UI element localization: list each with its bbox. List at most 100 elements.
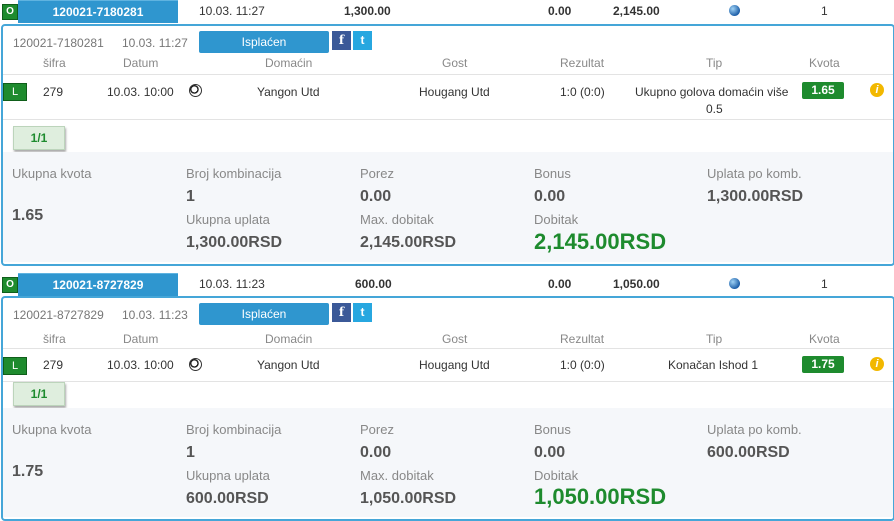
event-code: 279 <box>43 358 64 372</box>
ticket-datetime: 10.03. 11:23 <box>199 277 265 291</box>
tax-value: 0.00 <box>360 444 392 461</box>
per-combo-value: 1,300.00RSD <box>707 188 804 205</box>
event-tip: Ukupno golova domaćin više <box>635 85 789 99</box>
live-badge: L <box>3 357 27 375</box>
ticket-header: 120021-8727829 10.03. 11:23 Isplaćen f t <box>3 298 893 326</box>
event-result: 1:0 (0:0) <box>560 85 605 99</box>
total-odds-value: 1.65 <box>12 207 44 224</box>
win-value: 1,050.00RSD <box>534 484 667 509</box>
ticket-footer: Ukupna kvota 1.75 Broj kombinacija 1 Uku… <box>3 408 893 517</box>
soccer-ball-icon <box>189 358 202 371</box>
ticket-id-tab[interactable]: 120021-7180281 <box>18 0 178 23</box>
ticket-payout: 2,145.00 <box>613 4 660 18</box>
ticket-amount: 0.00 <box>548 4 572 18</box>
away-team: Hougang Utd <box>419 358 490 372</box>
twitter-icon[interactable]: t <box>353 303 372 322</box>
bonus-label: Bonus <box>534 422 571 437</box>
odds-badge: 1.65 <box>802 82 844 99</box>
facebook-icon[interactable]: f <box>332 303 351 322</box>
bonus-label: Bonus <box>534 166 571 181</box>
combinations-value: 1 <box>186 188 195 205</box>
col-result: Rezultat <box>560 56 605 70</box>
event-result: 1:0 (0:0) <box>560 358 605 372</box>
ticket-detail-panel: 120021-7180281 10.03. 11:27 Isplaćen f t… <box>1 24 894 266</box>
col-odds: Kvota <box>809 332 840 346</box>
total-odds-value: 1.75 <box>12 463 44 480</box>
col-result: Rezultat <box>560 332 605 346</box>
per-combo-value: 600.00RSD <box>707 444 790 461</box>
info-icon[interactable]: i <box>870 357 884 371</box>
paid-status-button[interactable]: Isplaćen <box>199 303 329 325</box>
globe-icon <box>729 5 740 16</box>
event-date: 10.03. 10:00 <box>107 85 174 99</box>
ticket-header: 120021-7180281 10.03. 11:27 Isplaćen f t <box>3 26 893 54</box>
win-label: Dobitak <box>534 212 579 227</box>
max-win-value: 1,050.00RSD <box>360 490 457 507</box>
combination-tab[interactable]: 1/1 <box>13 126 65 150</box>
total-stake-label: Ukupna uplata <box>186 212 270 227</box>
ticket-id: 120021-8727829 <box>13 308 104 322</box>
col-away: Gost <box>442 332 468 346</box>
tax-label: Porez <box>360 166 394 181</box>
combination-tab[interactable]: 1/1 <box>13 382 65 406</box>
facebook-icon[interactable]: f <box>332 31 351 50</box>
per-combo-label: Uplata po komb. <box>707 422 802 437</box>
home-team: Yangon Utd <box>257 358 320 372</box>
win-value: 2,145.00RSD <box>534 229 667 254</box>
total-odds-label: Ukupna kvota <box>12 422 92 437</box>
soccer-ball-icon <box>189 84 202 97</box>
combinations-label: Broj kombinacija <box>186 422 282 437</box>
total-stake-value: 1,300.00RSD <box>186 234 283 251</box>
event-tip: Konačan Ishod 1 <box>668 358 759 372</box>
twitter-icon[interactable]: t <box>353 31 372 50</box>
total-odds-label: Ukupna kvota <box>12 166 92 181</box>
col-away: Gost <box>442 56 468 70</box>
home-team: Yangon Utd <box>257 85 320 99</box>
ticket-summary-row[interactable]: O 120021-7180281 10.03. 11:27 1,300.00 0… <box>0 0 894 23</box>
ticket-amount: 0.00 <box>548 277 572 291</box>
status-badge: O <box>2 4 18 20</box>
max-win-label: Max. dobitak <box>360 212 434 227</box>
event-row[interactable]: L 279 10.03. 10:00 Yangon Utd Hougang Ut… <box>3 348 893 382</box>
ticket-detail-panel: 120021-8727829 10.03. 11:23 Isplaćen f t… <box>1 296 894 521</box>
globe-icon <box>729 278 740 289</box>
event-code: 279 <box>43 85 64 99</box>
info-icon[interactable]: i <box>870 83 884 97</box>
combinations-value: 1 <box>186 444 195 461</box>
event-date: 10.03. 10:00 <box>107 358 174 372</box>
ticket-summary-row[interactable]: O 120021-8727829 10.03. 11:23 600.00 0.0… <box>0 273 894 296</box>
col-home: Domaćin <box>265 332 313 346</box>
bonus-value: 0.00 <box>534 188 566 205</box>
col-date: Datum <box>123 332 159 346</box>
event-row[interactable]: L 279 10.03. 10:00 Yangon Utd Hougang Ut… <box>3 74 893 120</box>
col-code: šifra <box>43 332 66 346</box>
ticket-count: 1 <box>821 277 828 291</box>
paid-status-button[interactable]: Isplaćen <box>199 31 329 53</box>
ticket-stake: 600.00 <box>355 277 392 291</box>
tax-value: 0.00 <box>360 188 392 205</box>
total-stake-label: Ukupna uplata <box>186 468 270 483</box>
max-win-label: Max. dobitak <box>360 468 434 483</box>
away-team: Hougang Utd <box>419 85 490 99</box>
col-home: Domaćin <box>265 56 313 70</box>
column-headers: šifra Datum Domaćin Gost Rezultat Tip Kv… <box>3 56 893 72</box>
ticket-stake: 1,300.00 <box>344 4 391 18</box>
column-headers: šifra Datum Domaćin Gost Rezultat Tip Kv… <box>3 332 893 348</box>
col-code: šifra <box>43 56 66 70</box>
ticket-id: 120021-7180281 <box>13 36 104 50</box>
live-badge: L <box>3 83 27 101</box>
ticket-footer: Ukupna kvota 1.65 Broj kombinacija 1 Uku… <box>3 152 893 262</box>
ticket-datetime: 10.03. 11:23 <box>122 308 188 322</box>
bonus-value: 0.00 <box>534 444 566 461</box>
ticket-id-tab[interactable]: 120021-8727829 <box>18 273 178 296</box>
col-tip: Tip <box>706 56 723 70</box>
tax-label: Porez <box>360 422 394 437</box>
status-badge: O <box>2 277 18 293</box>
col-odds: Kvota <box>809 56 840 70</box>
combinations-label: Broj kombinacija <box>186 166 282 181</box>
ticket-payout: 1,050.00 <box>613 277 660 291</box>
per-combo-label: Uplata po komb. <box>707 166 802 181</box>
max-win-value: 2,145.00RSD <box>360 234 457 251</box>
event-tip-value: 0.5 <box>706 102 723 116</box>
ticket-datetime: 10.03. 11:27 <box>122 36 188 50</box>
